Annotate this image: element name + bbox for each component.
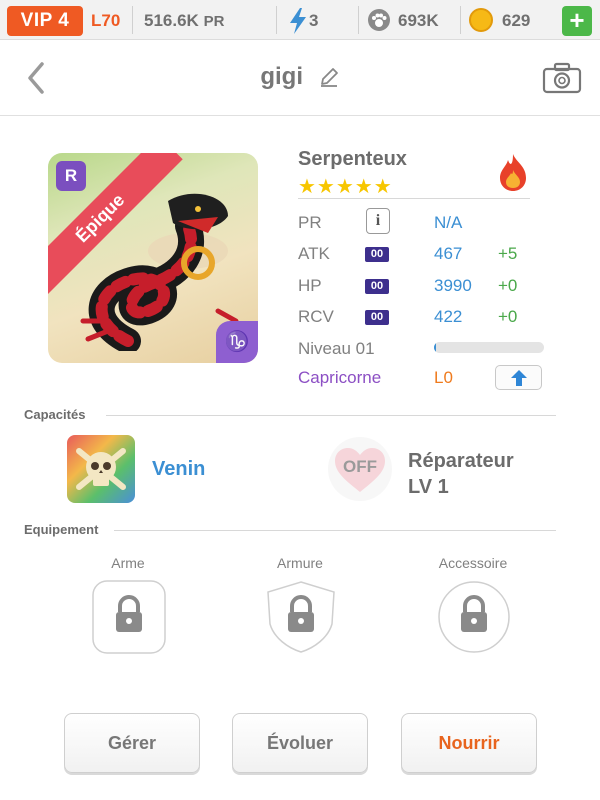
rank-badge: R bbox=[56, 161, 86, 191]
edit-pencil-icon[interactable] bbox=[318, 66, 340, 88]
equipment-section-title: Equipement bbox=[24, 522, 99, 537]
vip-badge[interactable]: VIP 4 bbox=[7, 6, 83, 36]
skill-name[interactable]: Venin bbox=[152, 458, 205, 481]
divider bbox=[358, 6, 359, 34]
pet-name: gigi bbox=[260, 62, 303, 90]
hp-label: HP bbox=[298, 276, 322, 295]
evolve-button[interactable]: Évoluer bbox=[232, 713, 368, 773]
star-rating: ★★★★★ bbox=[298, 176, 393, 198]
energy-bolt-icon bbox=[290, 8, 306, 34]
rcv-label: RCV bbox=[298, 307, 334, 326]
power-unit: PR bbox=[203, 13, 225, 30]
level-progress-bar bbox=[434, 342, 544, 353]
accessory-slot[interactable] bbox=[437, 580, 511, 654]
talent-status: OFF bbox=[343, 457, 377, 476]
hp-level-tag: 00 bbox=[365, 279, 389, 294]
divider bbox=[114, 530, 556, 531]
pet-name-title: gigi bbox=[0, 62, 600, 91]
talent-name: Réparateur bbox=[408, 450, 514, 472]
talent-level: LV 1 bbox=[408, 476, 449, 498]
abilities-section-title: Capacités bbox=[24, 407, 86, 422]
power-stat: 516.6K PR bbox=[144, 8, 224, 35]
info-button[interactable]: i bbox=[366, 208, 390, 234]
add-coins-button[interactable]: + bbox=[562, 6, 592, 36]
skull-crossbones-icon bbox=[76, 448, 126, 490]
armor-slot[interactable] bbox=[264, 580, 338, 654]
rcv-bonus: +0 bbox=[498, 307, 518, 326]
zodiac-upgrade-button[interactable] bbox=[495, 365, 542, 390]
talent-info[interactable]: Réparateur LV 1 bbox=[408, 448, 514, 500]
weapon-slot-label: Arme bbox=[111, 555, 145, 571]
rcv-level-tag: 00 bbox=[365, 310, 389, 325]
venom-skill-icon[interactable] bbox=[67, 435, 135, 503]
level-progress-fill bbox=[434, 342, 437, 353]
header: gigi bbox=[0, 40, 600, 116]
manage-button[interactable]: Gérer bbox=[64, 713, 200, 773]
camera-icon[interactable] bbox=[542, 62, 582, 94]
power-value: 516.6K bbox=[144, 11, 199, 30]
pr-value: N/A bbox=[434, 213, 463, 232]
coin-icon bbox=[469, 8, 493, 32]
arrow-up-icon bbox=[511, 370, 527, 386]
energy-value: 3 bbox=[309, 11, 319, 30]
coins-value: 629 bbox=[502, 11, 531, 30]
accessory-slot-label: Accessoire bbox=[438, 555, 508, 571]
hp-value: 3990 bbox=[434, 276, 472, 295]
level-label: Niveau 01 bbox=[298, 339, 375, 358]
status-bar: VIP 4 L70 516.6K PR 3 693K 629 + bbox=[0, 0, 600, 40]
divider bbox=[132, 6, 133, 34]
weapon-slot[interactable] bbox=[92, 580, 166, 654]
rcv-value: 422 bbox=[434, 307, 463, 326]
atk-value: 467 bbox=[434, 244, 463, 263]
species-name: Serpenteux bbox=[298, 148, 407, 170]
paws-value: 693K bbox=[398, 11, 439, 30]
atk-label: ATK bbox=[298, 244, 330, 263]
player-level: L70 bbox=[91, 11, 121, 30]
zodiac-level: L0 bbox=[434, 368, 453, 387]
zodiac-sign[interactable]: Capricorne bbox=[298, 368, 381, 388]
divider bbox=[460, 6, 461, 34]
atk-level-tag: 00 bbox=[365, 247, 389, 262]
divider bbox=[106, 415, 556, 416]
fire-element-icon bbox=[500, 154, 526, 191]
divider bbox=[276, 6, 277, 34]
capricorn-icon: ♑ bbox=[216, 321, 258, 363]
feed-button[interactable]: Nourrir bbox=[401, 713, 537, 773]
pet-portrait[interactable]: Épique R ♑ bbox=[48, 153, 258, 363]
atk-bonus: +5 bbox=[498, 244, 518, 263]
pr-label: PR bbox=[298, 213, 322, 232]
divider bbox=[298, 198, 530, 199]
armor-slot-label: Armure bbox=[277, 555, 323, 571]
paw-icon bbox=[368, 9, 390, 31]
hp-bonus: +0 bbox=[498, 276, 518, 295]
